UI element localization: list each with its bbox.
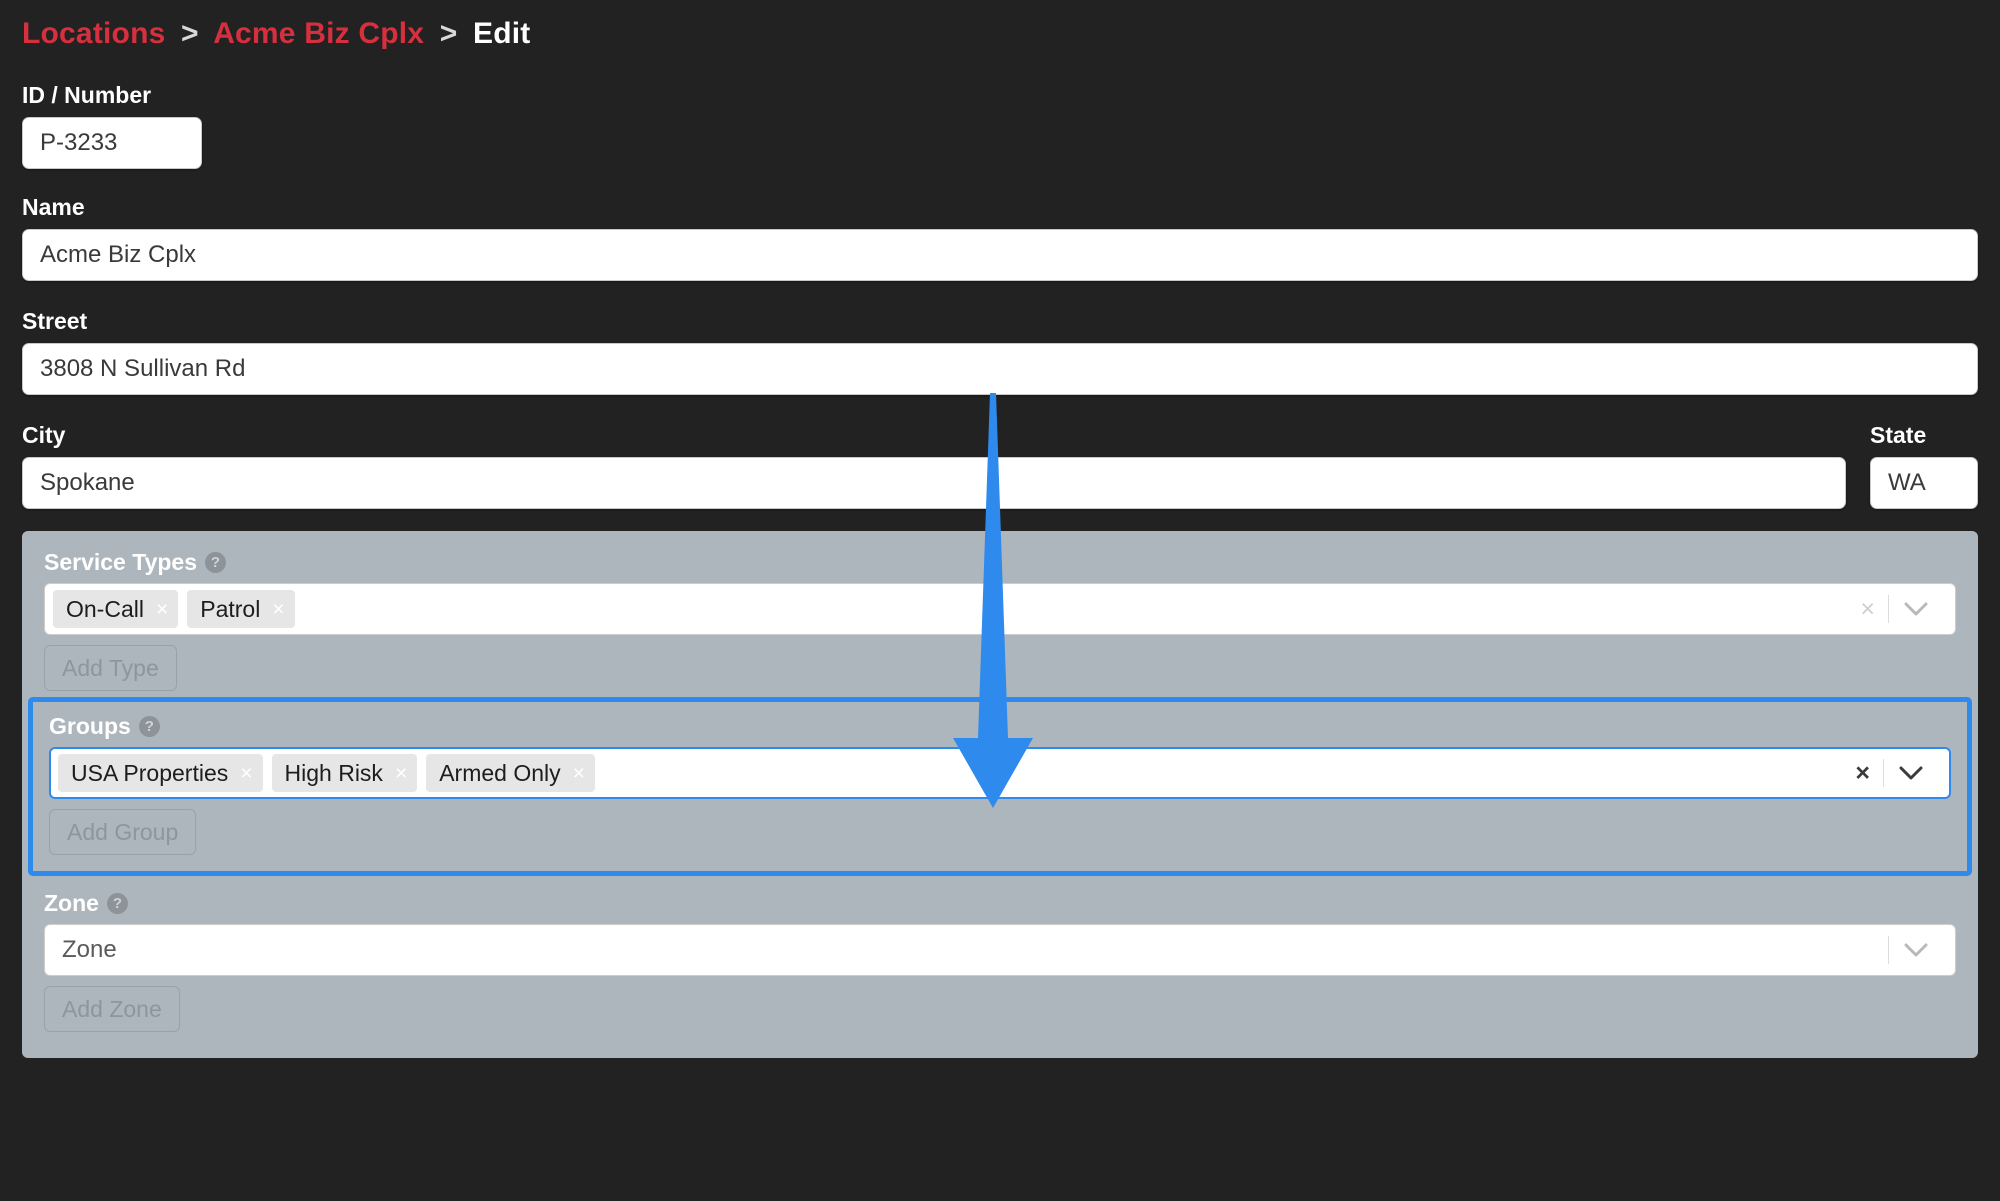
chevron-down-icon[interactable] [1884,765,1938,781]
zone-section: Zone ? Zone Add Zone [44,890,1956,1032]
service-types-multiselect[interactable]: On-Call × Patrol × × [44,583,1956,635]
street-field-group: Street 3808 N Sullivan Rd [22,308,1978,395]
edit-location-page: Locations > Acme Biz Cplx > Edit ID / Nu… [0,0,2000,1201]
breadcrumb-item-edit: Edit [473,17,531,50]
groups-section-highlight: Groups ? USA Properties × High Risk × Ar… [28,697,1972,876]
clear-icon[interactable]: × [1842,760,1883,786]
id-number-input[interactable]: P-3233 [22,117,202,169]
chip[interactable]: USA Properties × [58,754,263,792]
add-type-button[interactable]: Add Type [44,645,177,691]
chip-label: High Risk [284,759,383,786]
city-state-row: City Spokane State WA [22,422,1978,509]
service-types-section: Service Types ? On-Call × Patrol × × Add… [44,549,1956,691]
service-types-actions: × [1847,595,1947,623]
chip-label: On-Call [66,595,144,622]
city-field-group: City Spokane [22,422,1846,509]
groups-label: Groups ? [49,713,1951,739]
chip-remove-icon[interactable]: × [240,763,252,784]
street-input[interactable]: 3808 N Sullivan Rd [22,343,1978,395]
name-label: Name [22,194,85,220]
state-field-group: State WA [1870,422,1978,509]
name-input[interactable]: Acme Biz Cplx [22,229,1978,281]
zone-label-text: Zone [44,890,99,916]
id-number-label: ID / Number [22,82,152,108]
chip-remove-icon[interactable]: × [573,763,585,784]
zone-placeholder: Zone [62,936,117,963]
chevron-down-icon[interactable] [1889,601,1943,617]
question-mark-icon[interactable]: ? [106,892,128,914]
groups-section: Groups ? USA Properties × High Risk × Ar… [49,713,1951,855]
chip-remove-icon[interactable]: × [272,599,284,620]
id-number-field-group: ID / Number P-3233 [22,82,1978,169]
zone-select[interactable]: Zone [44,924,1956,976]
chip[interactable]: On-Call × [53,590,179,628]
chip[interactable]: High Risk × [271,754,418,792]
state-label: State [1870,422,1927,448]
chip-label: Armed Only [439,759,561,786]
street-label: Street [22,308,88,334]
name-field-group: Name Acme Biz Cplx [22,194,1978,281]
city-input[interactable]: Spokane [22,457,1846,509]
breadcrumb-separator: > [439,17,458,50]
add-zone-button[interactable]: Add Zone [44,986,180,1032]
city-label: City [22,422,66,448]
question-mark-icon[interactable]: ? [138,715,160,737]
chip[interactable]: Armed Only × [426,754,595,792]
service-types-label-text: Service Types [44,549,198,575]
state-input[interactable]: WA [1870,457,1978,509]
add-group-button[interactable]: Add Group [49,809,197,855]
breadcrumb-separator: > [181,17,199,50]
groups-actions: × [1842,759,1942,787]
groups-label-text: Groups [49,713,131,739]
service-types-chip-list: On-Call × Patrol × [53,590,1847,628]
chevron-down-icon[interactable] [1889,942,1943,958]
breadcrumb: Locations > Acme Biz Cplx > Edit [22,0,1978,54]
chip-remove-icon[interactable]: × [156,599,168,620]
chip[interactable]: Patrol × [187,590,295,628]
breadcrumb-item-locations[interactable]: Locations [22,17,165,50]
chip-remove-icon[interactable]: × [395,763,407,784]
breadcrumb-item-acme-biz-cplx[interactable]: Acme Biz Cplx [213,17,424,50]
chip-label: USA Properties [71,759,229,786]
groups-multiselect[interactable]: USA Properties × High Risk × Armed Only … [49,747,1951,799]
clear-icon[interactable]: × [1847,596,1888,622]
zone-label: Zone ? [44,890,1956,916]
chip-label: Patrol [200,595,261,622]
service-types-label: Service Types ? [44,549,1956,575]
question-mark-icon[interactable]: ? [205,551,227,573]
associations-panel: Service Types ? On-Call × Patrol × × Add… [22,531,1978,1058]
groups-chip-list: USA Properties × High Risk × Armed Only … [58,754,1842,792]
zone-actions [1888,936,1947,964]
